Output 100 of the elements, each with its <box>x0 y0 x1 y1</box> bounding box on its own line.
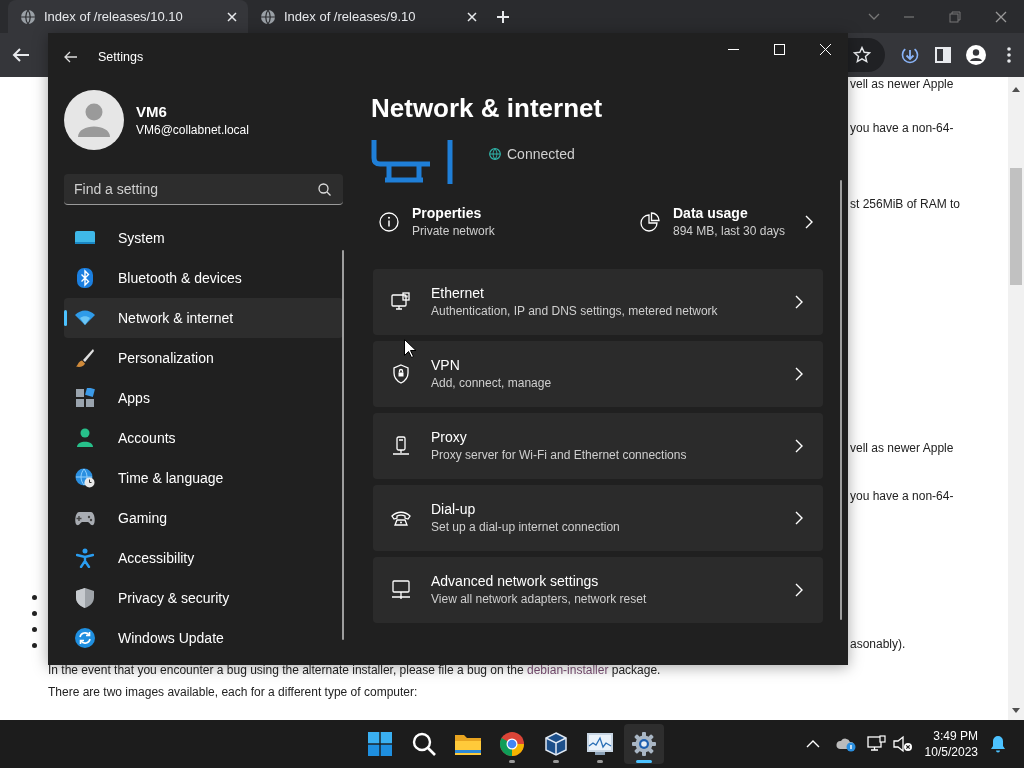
item-title: Properties <box>412 204 483 223</box>
nav-item[interactable]: Accounts <box>64 418 343 458</box>
properties-item[interactable]: Properties Private network <box>371 204 640 240</box>
paragraph: In the event that you encounter a bug using the alternate installer, please file a bug on the debian-installer package. <box>48 663 661 677</box>
gear-icon[interactable] <box>632 732 656 756</box>
user-name: VM6 <box>136 102 168 122</box>
folder-icon[interactable] <box>455 733 481 755</box>
card-title: VPN <box>431 356 461 375</box>
connection-status: Connected <box>507 146 575 162</box>
side-panel-icon[interactable] <box>935 47 951 63</box>
computer-network-icon <box>391 580 411 600</box>
page-text: you have a non-64- <box>850 121 954 135</box>
list-bullet <box>32 611 37 616</box>
menu-icon[interactable] <box>1006 47 1011 63</box>
chevron-right-icon[interactable] <box>795 583 803 597</box>
settings-card[interactable]: VPN Add, connect, manage <box>373 341 823 407</box>
nav-item[interactable]: Time & language <box>64 458 343 498</box>
network-status-icon[interactable] <box>866 735 887 753</box>
back-arrow-icon[interactable] <box>64 50 78 63</box>
card-description: View all network adapters, network reset <box>431 591 648 608</box>
card-description: Proxy server for Wi-Fi and Ethernet connections <box>431 447 688 464</box>
nav-item[interactable]: Network & internet <box>64 298 343 338</box>
chevron-up-icon[interactable] <box>805 740 820 748</box>
bell-icon[interactable] <box>990 735 1006 753</box>
sync-icon <box>75 628 95 648</box>
search-field[interactable]: Find a setting <box>64 174 343 205</box>
card-description: Set up a dial-up internet connection <box>431 519 621 536</box>
globe-clock-icon <box>75 468 95 488</box>
settings-card[interactable]: Proxy Proxy server for Wi-Fi and Ethernet connections <box>373 413 823 479</box>
back-arrow-icon[interactable] <box>11 47 30 63</box>
maximize-icon[interactable] <box>773 44 785 55</box>
nav-item[interactable]: System <box>64 218 343 258</box>
scroll-down-icon[interactable] <box>1012 708 1020 713</box>
page-text: vell as newer Apple <box>850 441 954 455</box>
browser-icon[interactable] <box>500 732 524 756</box>
cloud-icon[interactable] <box>835 736 856 752</box>
package-link[interactable]: debian-installer <box>527 663 609 677</box>
nav-item[interactable]: Apps <box>64 378 343 418</box>
window-title: Settings <box>98 49 144 64</box>
list-bullet <box>32 595 37 600</box>
settings-card[interactable]: Dial-up Set up a dial-up internet connection <box>373 485 823 551</box>
browser-tab[interactable]: Index of /releases/10.10 <box>8 0 248 33</box>
restore-icon[interactable] <box>949 10 961 23</box>
wifi-icon <box>75 310 95 326</box>
list-bullet <box>32 643 37 648</box>
scroll-up-icon[interactable] <box>1012 87 1020 92</box>
download-icon[interactable] <box>901 46 920 64</box>
plus-icon[interactable] <box>496 9 510 24</box>
windows-logo-icon[interactable] <box>368 732 392 756</box>
nav-item[interactable]: Gaming <box>64 498 343 538</box>
item-description: 894 MB, last 30 days <box>673 223 786 240</box>
search-icon <box>318 183 331 196</box>
chevron-right-icon[interactable] <box>795 439 803 453</box>
person-silhouette-icon <box>78 103 110 137</box>
data-usage-item[interactable]: Data usage 894 MB, last 30 days <box>640 204 786 240</box>
browser-tab[interactable]: Index of /releases/9.10 <box>248 0 488 33</box>
globe-icon <box>20 8 36 25</box>
page-text: st 256MiB of RAM to <box>850 197 961 211</box>
chevron-down-icon[interactable] <box>868 12 880 21</box>
performance-monitor-icon[interactable] <box>587 733 613 755</box>
cube-icon[interactable] <box>544 732 568 756</box>
nav-item[interactable]: Bluetooth & devices <box>64 258 343 298</box>
info-icon <box>379 212 399 232</box>
scrollbar[interactable] <box>1008 77 1024 720</box>
scrollbar[interactable] <box>342 250 344 640</box>
scrollbar[interactable] <box>840 180 842 620</box>
card-title: Dial-up <box>431 500 477 519</box>
search-icon[interactable] <box>412 732 436 756</box>
page-text: vell as newer Apple <box>850 77 954 91</box>
page-text: asonably). <box>850 637 906 651</box>
paintbrush-icon <box>75 348 95 368</box>
list-bullet <box>32 627 37 632</box>
chevron-right-icon[interactable] <box>795 295 803 309</box>
accessibility-icon <box>76 548 94 568</box>
clock[interactable]: 3:49 PM 10/5/2023 <box>924 728 978 760</box>
nav-item[interactable]: Accessibility <box>64 538 343 578</box>
pie-chart-icon <box>640 212 660 232</box>
card-description: Authentication, IP and DNS settings, metered network <box>431 303 719 320</box>
page-text: you have a non-64- <box>850 489 954 503</box>
item-description: Private network <box>412 223 495 240</box>
settings-card[interactable]: Advanced network settings View all network adapters, network reset <box>373 557 823 623</box>
star-icon[interactable] <box>852 46 871 64</box>
globe-icon <box>489 148 501 160</box>
scrollbar-thumb[interactable] <box>1010 168 1022 285</box>
nav-item[interactable]: Personalization <box>64 338 343 378</box>
clock-time: 3:49 PM <box>932 728 978 744</box>
paragraph: There are two images available, each for a different type of computer: <box>48 685 418 699</box>
nav-item[interactable]: Privacy & security <box>64 578 343 618</box>
chevron-right-icon[interactable] <box>795 367 803 381</box>
settings-card[interactable]: Ethernet Authentication, IP and DNS settings, metered network <box>373 269 823 335</box>
shield-icon <box>76 588 94 608</box>
chevron-right-icon[interactable] <box>795 511 803 525</box>
apps-icon <box>75 388 95 408</box>
ethernet-icon <box>391 292 411 312</box>
speaker-muted-icon[interactable] <box>892 735 913 753</box>
taskbar-app[interactable] <box>624 724 664 764</box>
shield-icon <box>392 364 410 384</box>
chevron-right-icon[interactable] <box>805 215 813 229</box>
nav-item[interactable]: Windows Update <box>64 618 343 658</box>
profile-icon[interactable] <box>965 45 986 65</box>
